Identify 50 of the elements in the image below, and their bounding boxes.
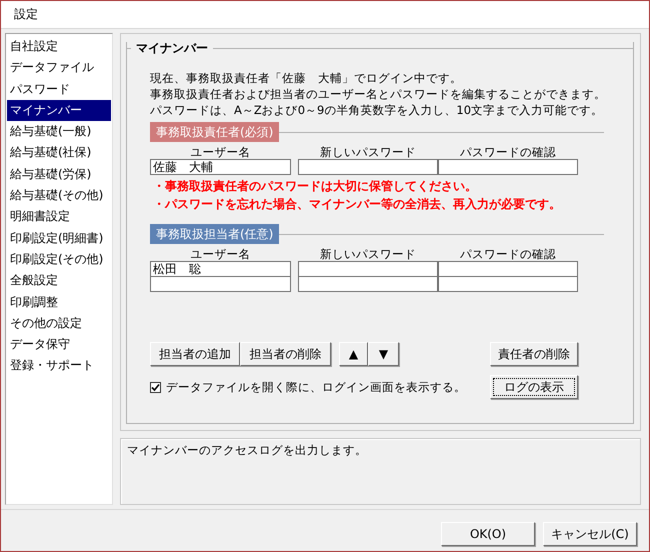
input-field[interactable] [438,261,578,277]
sidebar-item[interactable]: 自社設定 [7,36,111,58]
section-title: 事務取扱担当者(任意) [150,224,280,244]
sidebar-item[interactable]: 印刷設定(明細書) [7,228,111,249]
sidebar-item[interactable]: 給与基礎(労保) [7,164,111,186]
description-text: マイナンバーのアクセスログを出力します。 [127,443,367,457]
ok-button[interactable]: OK(O) [441,522,535,546]
intro-text: 現在、事務取扱責任者「佐藤 大輔」でログイン中です。 [150,70,463,86]
cancel-button[interactable]: キャンセル(C) [543,522,637,546]
sidebar-item[interactable]: パスワード [7,78,111,100]
column-header: パスワードの確認 [459,145,557,160]
warning-text: ・パスワードを忘れた場合、マイナンバー等の全消去、再入力が必要です。 [153,196,562,213]
input-field[interactable]: 松田 聡 [150,261,291,277]
warning-text: ・事務取扱責任者のパスワードは大切に保管してください。 [153,178,478,195]
section-title: 事務取扱責任者(必須) [150,122,280,142]
add-staff-button[interactable]: 担当者の追加 [150,342,240,366]
sidebar-item[interactable]: 登録・サポート [7,355,111,377]
intro-text: パスワードは、A～Zおよび0～9の半角英数字を入力し、10文字まで入力可能です。 [150,102,604,118]
intro-text: 事務取扱責任者および担当者のユーザー名とパスワードを編集することができます。 [150,86,607,102]
move-down-button[interactable]: ▼ [368,342,399,366]
sidebar-item[interactable]: 印刷調整 [7,292,111,313]
delete-responsible-button[interactable]: 責任者の削除 [490,342,578,366]
delete-staff-button[interactable]: 担当者の削除 [240,342,331,366]
column-header: ユーザー名 [190,247,252,262]
input-field[interactable] [298,276,438,292]
input-field[interactable] [438,276,578,292]
sidebar-item[interactable]: その他の設定 [7,312,111,334]
sidebar-item[interactable]: 全般設定 [7,270,111,292]
input-field[interactable] [298,261,438,277]
column-header: ユーザー名 [190,145,252,160]
window-title: 設定 [14,6,38,23]
input-field[interactable] [150,276,291,292]
column-header: 新しいパスワード [319,145,417,160]
sidebar-item[interactable]: 給与基礎(一般) [7,121,111,142]
column-header: パスワードの確認 [459,247,557,262]
move-up-button[interactable]: ▲ [339,342,368,366]
sidebar-item[interactable]: データ保守 [7,334,111,356]
sidebar-item[interactable]: 明細書設定 [7,206,111,228]
group-title: マイナンバー [135,40,209,56]
column-header: 新しいパスワード [319,247,417,262]
sidebar-item[interactable]: マイナンバー [7,100,111,122]
sidebar-item[interactable]: 印刷設定(その他) [7,248,111,270]
checkbox-icon[interactable] [150,382,161,392]
input-field[interactable]: 佐藤 大輔 [150,159,291,175]
sidebar-item[interactable]: 給与基礎(その他) [7,185,111,206]
input-field[interactable] [438,159,578,175]
sidebar-item[interactable]: データファイル [7,57,111,79]
sidebar-item[interactable]: 給与基礎(社保) [7,142,111,164]
input-field[interactable] [298,159,438,175]
show-log-button[interactable]: ログの表示 [490,375,578,399]
